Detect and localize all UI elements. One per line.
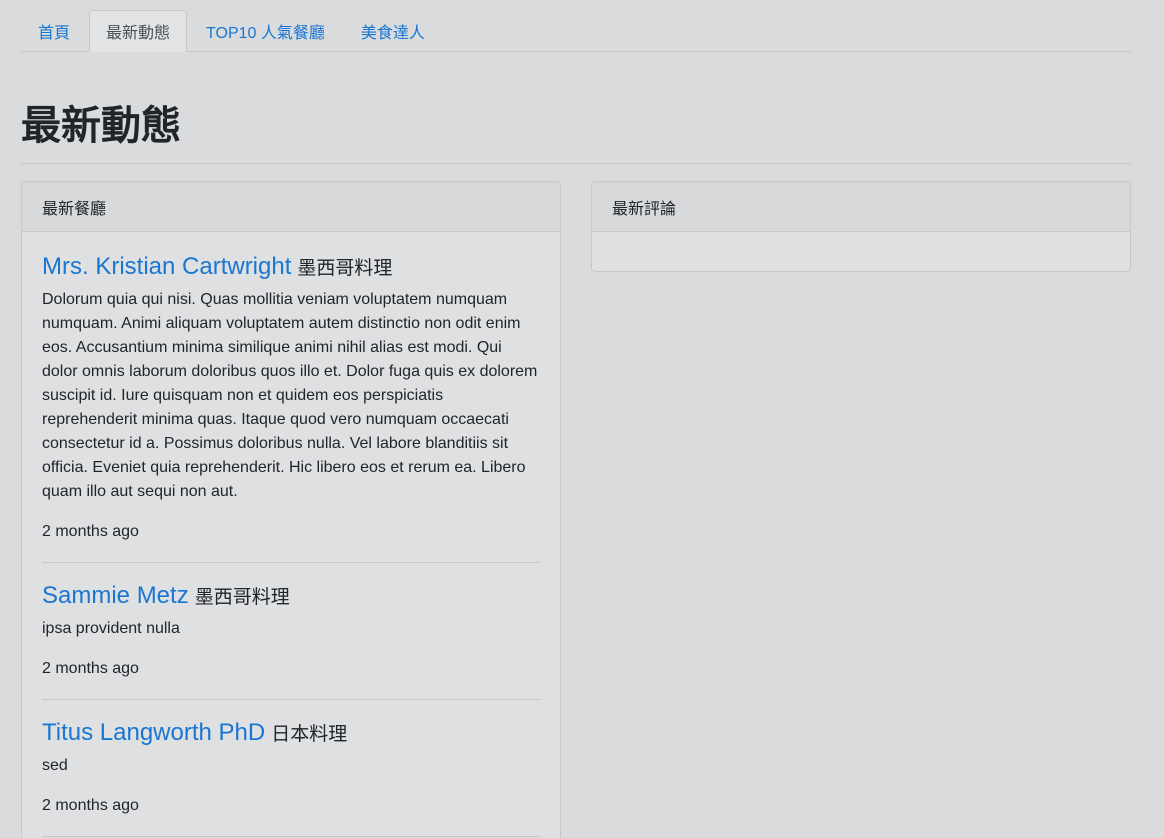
- timestamp: 2 months ago: [42, 660, 139, 677]
- restaurant-link[interactable]: Titus Langworth PhD: [42, 718, 265, 748]
- item-heading: Sammie Metz 墨西哥料理: [42, 581, 540, 611]
- card-body: [592, 232, 1130, 252]
- list-item: Mrs. Kristian Cartwright 墨西哥料理 Dolorum q…: [42, 252, 540, 563]
- restaurant-link[interactable]: Mrs. Kristian Cartwright: [42, 252, 291, 282]
- restaurant-link[interactable]: Sammie Metz: [42, 581, 189, 611]
- tab-feeds[interactable]: 最新動態: [89, 10, 188, 52]
- tab-users[interactable]: 美食達人: [344, 10, 442, 52]
- list-item: Sammie Metz 墨西哥料理 ipsa provident nulla 2…: [42, 581, 540, 700]
- restaurant-description: sed: [42, 757, 68, 774]
- list-item: Titus Langworth PhD 日本料理 sed 2 months ag…: [42, 718, 540, 837]
- card-header: 最新餐廳: [22, 182, 560, 232]
- recent-restaurants-card: 最新餐廳 Mrs. Kristian Cartwright 墨西哥料理 Dolo…: [21, 181, 561, 838]
- page-title: 最新動態: [21, 104, 181, 148]
- page: 首頁 最新動態 TOP10 人氣餐廳 美食達人 最新動態 最新餐廳 Mrs. K…: [0, 0, 1164, 838]
- category-label: 日本料理: [271, 724, 348, 745]
- tab-top10[interactable]: TOP10 人氣餐廳: [189, 10, 342, 52]
- item-heading: Titus Langworth PhD 日本料理: [42, 718, 540, 748]
- tab-home[interactable]: 首頁: [21, 10, 87, 52]
- restaurant-description: Dolorum quia qui nisi. Quas mollitia ven…: [42, 291, 538, 500]
- card-header: 最新評論: [592, 182, 1130, 232]
- category-label: 墨西哥料理: [297, 258, 393, 279]
- timestamp: 2 months ago: [42, 523, 139, 540]
- restaurant-description: ipsa provident nulla: [42, 620, 180, 637]
- timestamp: 2 months ago: [42, 797, 139, 814]
- card-body: Mrs. Kristian Cartwright 墨西哥料理 Dolorum q…: [22, 232, 560, 837]
- nav-tabs: 首頁 最新動態 TOP10 人氣餐廳 美食達人: [21, 10, 1131, 52]
- item-heading: Mrs. Kristian Cartwright 墨西哥料理: [42, 252, 540, 282]
- divider: [21, 163, 1131, 164]
- recent-comments-card: 最新評論: [591, 181, 1131, 272]
- category-label: 墨西哥料理: [194, 587, 290, 608]
